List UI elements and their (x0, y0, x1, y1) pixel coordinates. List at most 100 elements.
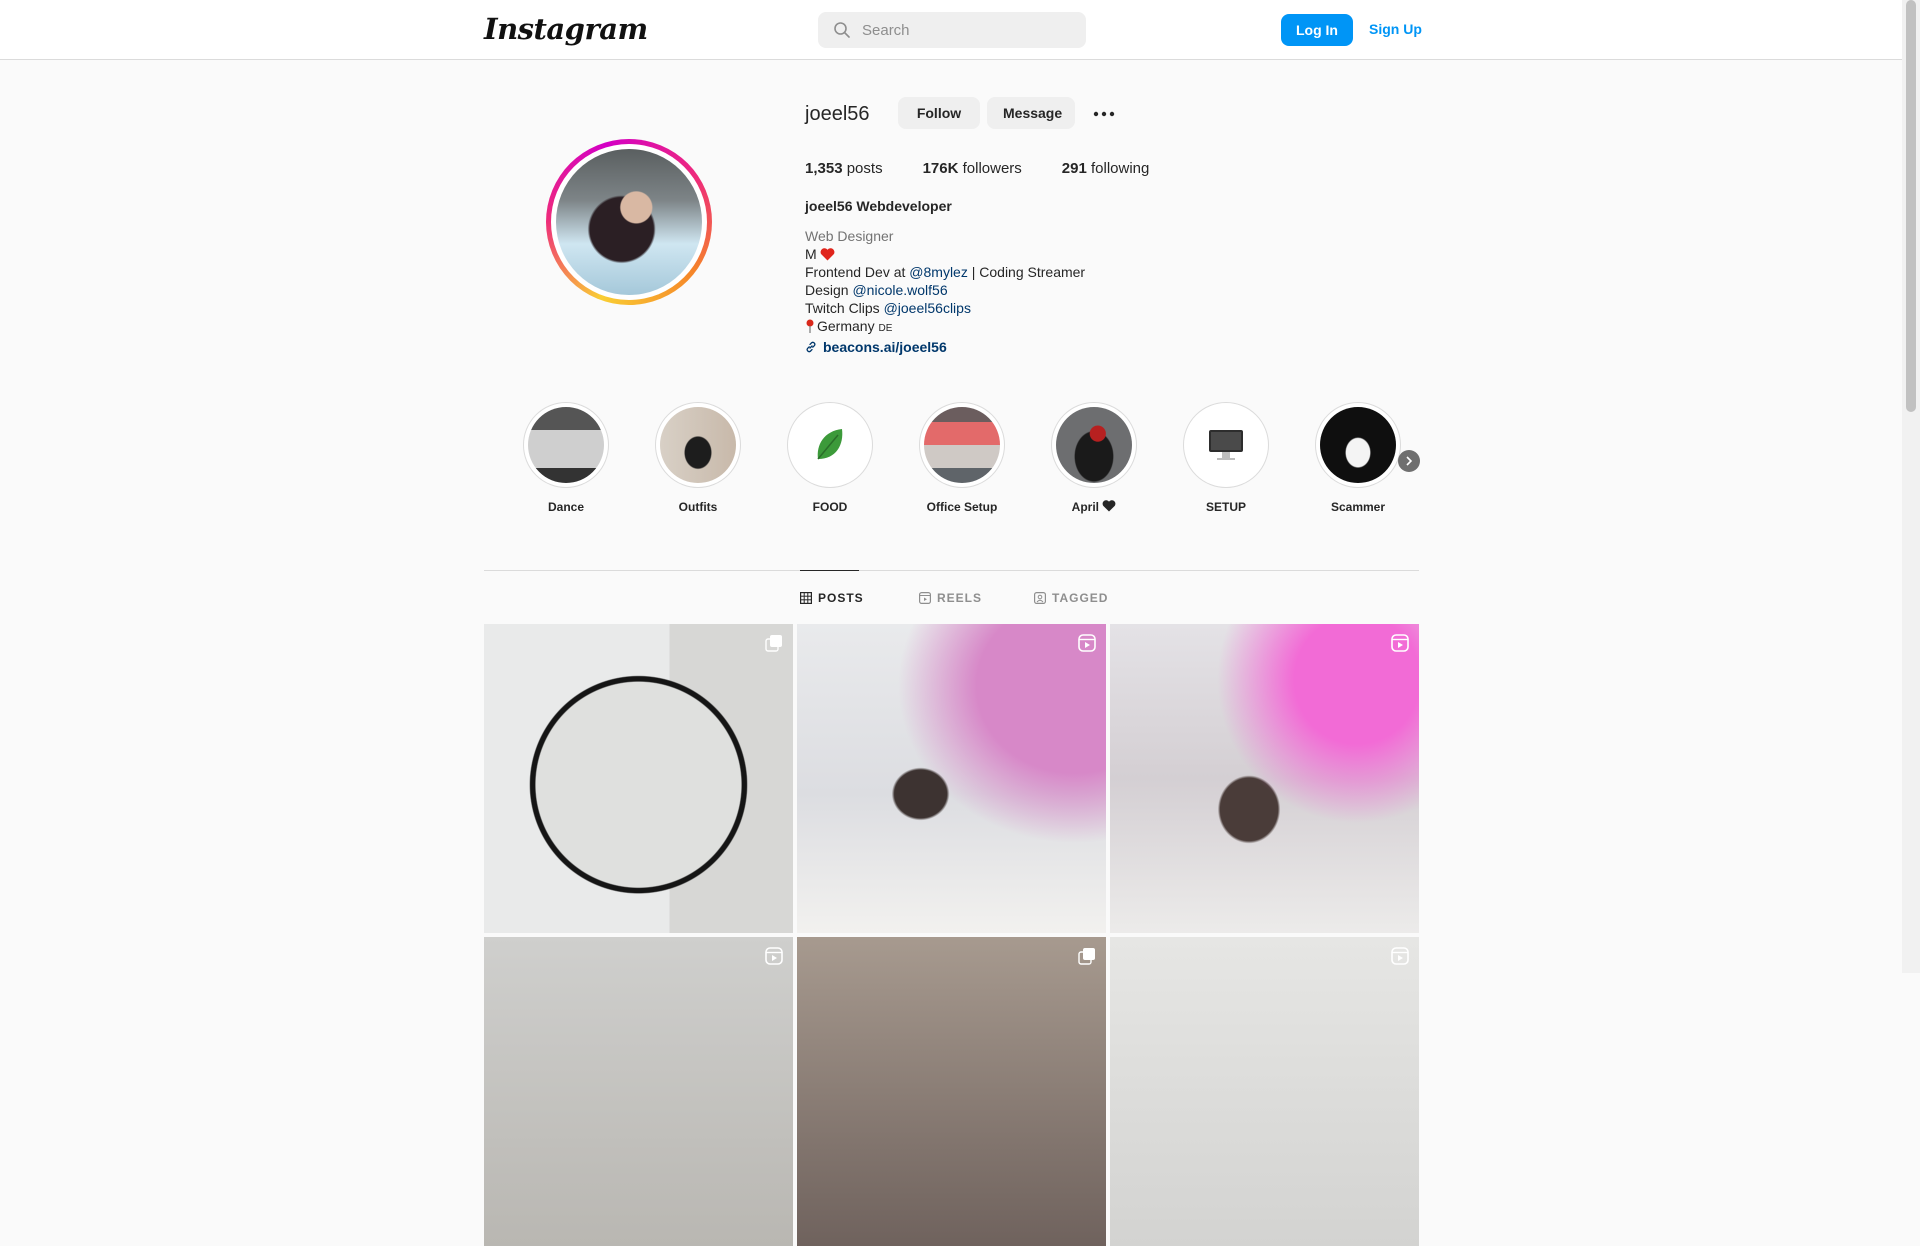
post-thumbnail[interactable] (1110, 937, 1419, 1246)
highlight-cover (1188, 407, 1264, 483)
post-thumbnail[interactable] (1110, 624, 1419, 933)
log-in-button[interactable]: Log In (1281, 14, 1353, 46)
highlight-label: FOOD (812, 500, 848, 514)
highlight-cover (792, 407, 868, 483)
profile-stats: 1,353 posts 176K followers 291 following (805, 160, 1189, 177)
highlight-label: April (1044, 500, 1144, 514)
desktop-computer-icon (1209, 430, 1243, 460)
highlights-next-button[interactable] (1398, 450, 1420, 472)
bio-line-2-suffix: | Coding Streamer (967, 264, 1086, 280)
highlight-cover (1320, 407, 1396, 483)
tab-posts-label: POSTS (818, 591, 864, 605)
bio-external-link[interactable]: beacons.ai/joeel56 (805, 338, 1085, 356)
highlight-cover (528, 407, 604, 483)
reel-icon (1391, 634, 1409, 652)
reel-icon (1078, 634, 1096, 652)
search-input[interactable] (860, 20, 1064, 40)
chevron-right-icon (1406, 456, 1413, 466)
bio-line-3-prefix: Design (805, 282, 853, 298)
search-box[interactable] (818, 12, 1086, 48)
bio-line-4: Twitch Clips @joeel56clips (805, 299, 1085, 317)
highlight-ring (1315, 402, 1401, 488)
highlight-ring (787, 402, 873, 488)
leafy-green-icon (817, 429, 843, 460)
posts-label: posts (846, 160, 883, 177)
profile-category: Web Designer (805, 228, 894, 244)
bio-line-3: Design @nicole.wolf56 (805, 281, 1085, 299)
post-thumbnail[interactable] (484, 624, 793, 933)
more-options-icon[interactable] (1092, 104, 1116, 124)
bio-link-text: beacons.ai/joeel56 (823, 339, 947, 355)
highlight-food[interactable]: FOOD (780, 402, 880, 514)
carousel-icon (765, 634, 783, 652)
highlight-april-text: April (1071, 500, 1099, 514)
black-heart-icon (1102, 500, 1116, 512)
instagram-logo[interactable]: Instagram (484, 12, 648, 46)
grid-icon (800, 592, 812, 604)
highlight-label: Outfits (678, 500, 718, 514)
post-thumbnail[interactable] (797, 624, 1106, 933)
profile-username: joeel56 (805, 103, 870, 125)
top-navigation-bar: Instagram Log In Sign Up (0, 0, 1902, 60)
highlight-ring (523, 402, 609, 488)
mention-nicole-wolf56[interactable]: @nicole.wolf56 (852, 282, 947, 298)
tab-tagged-label: TAGGED (1052, 591, 1109, 605)
tab-posts[interactable]: POSTS (800, 591, 864, 605)
post-thumbnail[interactable] (797, 937, 1106, 1246)
bio-line-4-prefix: Twitch Clips (805, 300, 884, 316)
followers-stat[interactable]: 176K followers (923, 160, 1022, 177)
highlight-ring (655, 402, 741, 488)
following-label: following (1091, 160, 1150, 177)
search-icon (834, 22, 850, 38)
story-highlights: Dance Outfits FOOD Office Setup April SE… (516, 402, 1420, 522)
germany-flag-code: DE (878, 323, 893, 334)
posts-count: 1,353 (805, 160, 843, 177)
followers-label: followers (962, 160, 1022, 177)
highlight-ring (1183, 402, 1269, 488)
highlight-outfits[interactable]: Outfits (648, 402, 748, 514)
profile-avatar-story-ring[interactable] (546, 139, 712, 305)
tab-reels-label: REELS (937, 591, 983, 605)
scrollbar-thumb[interactable] (1906, 0, 1916, 412)
highlight-cover (1056, 407, 1132, 483)
page-scrollbar[interactable] (1902, 0, 1920, 973)
highlight-label: Dance (547, 500, 585, 514)
bio-line-2-prefix: Frontend Dev at (805, 264, 910, 280)
tabs-divider (484, 570, 1419, 571)
highlight-setup[interactable]: SETUP (1176, 402, 1276, 514)
tab-tagged[interactable]: TAGGED (1034, 591, 1108, 605)
profile-bio: Web Designer M Frontend Dev at @8mylez |… (805, 227, 1085, 356)
highlight-office-setup[interactable]: Office Setup (912, 402, 1012, 514)
post-thumbnail[interactable] (484, 937, 793, 1246)
follow-button[interactable]: Follow (898, 97, 980, 129)
following-count: 291 (1061, 160, 1087, 177)
link-icon (805, 341, 817, 353)
reels-icon (919, 592, 931, 604)
tab-reels[interactable]: REELS (919, 591, 982, 605)
carousel-icon (1078, 947, 1096, 965)
followers-count: 176K (922, 160, 959, 177)
highlight-label: SETUP (1205, 500, 1246, 514)
location-pin-icon (805, 319, 815, 333)
active-tab-indicator (800, 570, 859, 571)
profile-full-name: joeel56 Webdeveloper (805, 198, 952, 214)
avatar (556, 149, 702, 295)
highlight-scammer[interactable]: Scammer (1308, 402, 1408, 514)
highlight-label: Scammer (1330, 500, 1386, 514)
highlight-ring (919, 402, 1005, 488)
highlight-dance[interactable]: Dance (516, 402, 616, 514)
bio-location: Germany (817, 318, 879, 334)
mention-8mylez[interactable]: @8mylez (909, 264, 968, 280)
highlight-label: Office Setup (926, 500, 998, 514)
highlight-cover (660, 407, 736, 483)
following-stat[interactable]: 291 following (1062, 160, 1150, 177)
mention-joeel56clips[interactable]: @joeel56clips (884, 300, 971, 316)
sign-up-link[interactable]: Sign Up (1369, 21, 1422, 37)
message-button[interactable]: Message (987, 97, 1075, 129)
reel-icon (1391, 947, 1409, 965)
highlight-april[interactable]: April (1044, 402, 1144, 514)
reel-icon (765, 947, 783, 965)
posts-count-stat: 1,353 posts (805, 160, 883, 177)
red-heart-icon (820, 247, 835, 261)
bio-line-1: M (805, 245, 1085, 263)
